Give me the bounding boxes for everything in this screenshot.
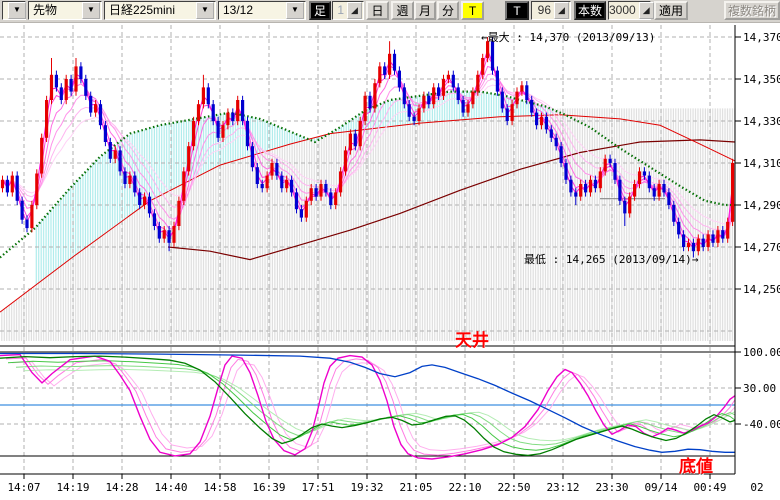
multi-symbol-button[interactable]: 複数銘柄 [724, 1, 780, 20]
scale-combo[interactable]: ▼ [2, 1, 26, 20]
contract-month-combo[interactable]: 13/12 ▼ [218, 1, 306, 20]
bar-count-input[interactable]: 3000 ◢ [608, 1, 651, 20]
svg-text:14:19: 14:19 [56, 481, 89, 494]
svg-text:09/14: 09/14 [644, 481, 677, 494]
svg-text:02: 02 [750, 481, 763, 494]
ceiling-label: 天井 [455, 326, 489, 351]
svg-text:14:28: 14:28 [105, 481, 138, 494]
bar-count-input-value: 3000 [609, 2, 638, 19]
svg-text:00:49: 00:49 [693, 481, 726, 494]
spinner-icon[interactable]: ◢ [554, 2, 569, 19]
chevron-down-icon[interactable]: ▼ [82, 2, 100, 19]
spinner-icon[interactable]: ◢ [347, 2, 362, 19]
svg-text:30.00: 30.00 [743, 382, 776, 395]
svg-text:17:51: 17:51 [301, 481, 334, 494]
svg-text:22:50: 22:50 [497, 481, 530, 494]
price-chart-svg[interactable]: 14,370 14,350 14,330 14,310 14,290 14,270 14,2… [0, 0, 780, 500]
tick-count-button[interactable]: T [505, 1, 529, 20]
tick-count-input-value: 96 [532, 2, 553, 19]
chevron-down-icon[interactable]: ▼ [8, 2, 26, 19]
bar-count-button[interactable]: 本数 [574, 1, 606, 20]
svg-text:14,330: 14,330 [743, 115, 780, 128]
market-combo[interactable]: 先物 ▼ [28, 1, 102, 20]
weekly-button[interactable]: 週 [391, 1, 414, 20]
oscillator-fast-magenta-companion [6, 358, 735, 455]
svg-text:14,250: 14,250 [743, 283, 780, 296]
svg-text:14,290: 14,290 [743, 199, 780, 212]
min-price-annotation: 最低 : 14,265 (2013/09/14)→ [524, 251, 698, 267]
max-price-annotation: ←最大 : 14,370 (2013/09/13) [481, 29, 655, 45]
symbol-combo[interactable]: 日経225mini ▼ [104, 1, 216, 20]
symbol-combo-value: 日経225mini [105, 2, 195, 19]
market-combo-value: 先物 [29, 2, 81, 19]
minute-button[interactable]: 分 [437, 1, 459, 20]
tick-button[interactable]: T [461, 1, 484, 20]
svg-text:100.00: 100.00 [743, 346, 780, 359]
svg-text:14:07: 14:07 [7, 481, 40, 494]
svg-text:14:40: 14:40 [154, 481, 187, 494]
daily-button[interactable]: 日 [366, 1, 389, 20]
interval-input-value: 1 [333, 2, 346, 19]
monthly-button[interactable]: 月 [414, 1, 436, 20]
bar-type-button[interactable]: 足 [309, 1, 331, 20]
apply-button[interactable]: 適用 [654, 1, 688, 20]
svg-text:14,350: 14,350 [743, 73, 780, 86]
svg-text:14,310: 14,310 [743, 157, 780, 170]
svg-text:21:05: 21:05 [399, 481, 432, 494]
floor-label: 底値 [679, 452, 713, 477]
svg-text:14,270: 14,270 [743, 241, 780, 254]
svg-text:22:10: 22:10 [448, 481, 481, 494]
svg-text:-40.00: -40.00 [743, 418, 780, 431]
toolbar: ▼ 先物 ▼ 日経225mini ▼ 13/12 ▼ 足 1 ◢ 日 週 月 分… [0, 0, 780, 23]
contract-month-combo-value: 13/12 [219, 2, 285, 19]
chevron-down-icon[interactable]: ▼ [196, 2, 214, 19]
svg-text:19:32: 19:32 [350, 481, 383, 494]
svg-text:23:30: 23:30 [595, 481, 628, 494]
price-chart-area[interactable]: 14,370 14,350 14,330 14,310 14,290 14,270 14,2… [0, 0, 780, 500]
interval-input[interactable]: 1 ◢ [332, 1, 364, 20]
svg-text:23:12: 23:12 [546, 481, 579, 494]
svg-text:16:39: 16:39 [252, 481, 285, 494]
tick-count-input[interactable]: 96 ◢ [531, 1, 571, 20]
svg-text:14:58: 14:58 [203, 481, 236, 494]
oscillator-slow-blue [0, 354, 735, 453]
chevron-down-icon[interactable]: ▼ [286, 2, 304, 19]
svg-text:14,370: 14,370 [743, 31, 780, 44]
spinner-icon[interactable]: ◢ [639, 2, 654, 19]
